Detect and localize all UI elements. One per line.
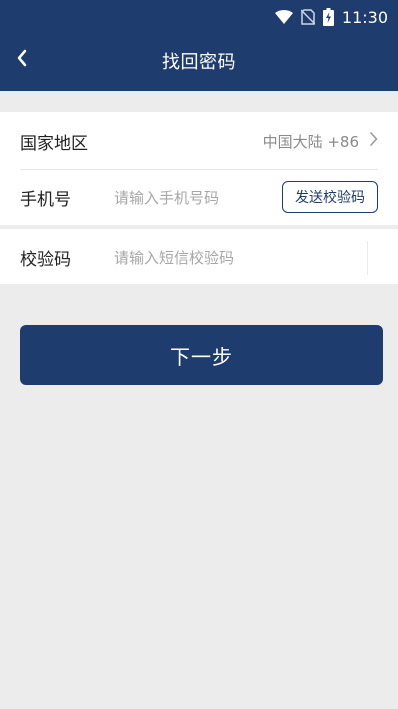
region-phone-card: 国家地区 中国大陆 +86 手机号 请输入手机号码 发送校验码 bbox=[0, 112, 398, 225]
region-value-group: 中国大陆 +86 bbox=[263, 131, 378, 152]
no-sim-icon bbox=[300, 9, 315, 25]
battery-charging-icon bbox=[322, 8, 334, 26]
region-row[interactable]: 国家地区 中国大陆 +86 bbox=[20, 113, 378, 169]
status-time: 11:30 bbox=[341, 7, 388, 27]
region-value: 中国大陆 +86 bbox=[262, 132, 359, 151]
code-input[interactable]: 请输入短信校验码 bbox=[114, 247, 378, 268]
phone-row: 手机号 请输入手机号码 发送校验码 bbox=[20, 169, 378, 225]
code-row: 校验码 请输入短信校验码 bbox=[20, 229, 378, 285]
status-bar: 11:30 bbox=[274, 6, 388, 28]
code-card: 校验码 请输入短信校验码 bbox=[0, 229, 398, 284]
phone-label: 手机号 bbox=[20, 189, 71, 210]
page-title: 找回密码 bbox=[162, 52, 236, 73]
chevron-right-icon bbox=[369, 132, 378, 150]
next-button[interactable]: 下一步 bbox=[20, 325, 383, 385]
wifi-icon bbox=[274, 10, 293, 24]
send-code-button[interactable]: 发送校验码 bbox=[282, 181, 378, 213]
region-label: 国家地区 bbox=[20, 133, 88, 154]
app-bar: 11:30 找回密码 bbox=[0, 0, 398, 91]
phone-input[interactable]: 请输入手机号码 bbox=[114, 187, 282, 208]
divider bbox=[367, 241, 368, 275]
code-label: 校验码 bbox=[20, 249, 71, 270]
